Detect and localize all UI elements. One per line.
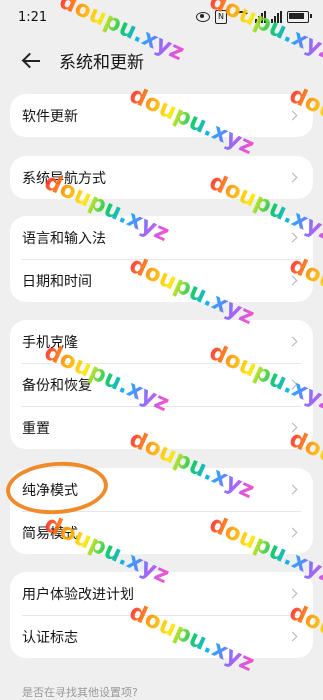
status-icons: N <box>196 10 312 24</box>
simple-mode-item[interactable]: 简易模式 <box>10 511 313 554</box>
top-bar: 系统和更新 <box>0 40 323 82</box>
chevron-right-icon <box>287 275 298 286</box>
settings-card-backup-reset: 手机克隆 备份和恢复 重置 <box>10 320 313 449</box>
software-update-label: 软件更新 <box>22 108 78 125</box>
battery-icon <box>287 11 312 23</box>
system-navigation-item[interactable]: 系统导航方式 <box>10 156 313 199</box>
settings-card-modes: 纯净模式 简易模式 <box>10 468 313 554</box>
pure-mode-item[interactable]: 纯净模式 <box>10 468 313 511</box>
status-bar: 1:21 N <box>0 0 323 36</box>
signal-bars-icon-2 <box>271 11 282 23</box>
chevron-right-icon <box>287 172 298 183</box>
chevron-right-icon <box>287 232 298 243</box>
backup-restore-label: 备份和恢复 <box>22 377 92 394</box>
user-experience-item[interactable]: 用户体验改进计划 <box>10 572 313 615</box>
nfc-icon: N <box>215 10 227 24</box>
settings-card-software-update: 软件更新 <box>10 94 313 137</box>
backup-restore-item[interactable]: 备份和恢复 <box>10 363 313 406</box>
certification-item[interactable]: 认证标志 <box>10 615 313 658</box>
certification-label: 认证标志 <box>22 629 78 646</box>
language-input-item[interactable]: 语言和输入法 <box>10 216 313 259</box>
phone-clone-item[interactable]: 手机克隆 <box>10 320 313 363</box>
wifi-icon <box>232 11 250 23</box>
signal-bars-icon <box>255 11 266 23</box>
reset-item[interactable]: 重置 <box>10 406 313 449</box>
reset-label: 重置 <box>22 420 50 437</box>
pure-mode-label: 纯净模式 <box>22 482 78 499</box>
settings-card-navigation: 系统导航方式 <box>10 156 313 199</box>
chevron-right-icon <box>287 110 298 121</box>
phone-clone-label: 手机克隆 <box>22 334 78 351</box>
settings-card-language-time: 语言和输入法 日期和时间 <box>10 216 313 302</box>
software-update-item[interactable]: 软件更新 <box>10 94 313 137</box>
chevron-right-icon <box>287 527 298 538</box>
system-navigation-label: 系统导航方式 <box>22 170 106 187</box>
page-title: 系统和更新 <box>59 53 144 73</box>
chevron-right-icon <box>287 588 298 599</box>
chevron-right-icon <box>287 379 298 390</box>
more-settings-hint: 是否在寻找其他设置项? <box>22 686 138 699</box>
language-input-label: 语言和输入法 <box>22 230 106 247</box>
eye-comfort-icon <box>196 12 210 22</box>
simple-mode-label: 简易模式 <box>22 525 78 542</box>
status-time: 1:21 <box>18 10 48 25</box>
user-experience-label: 用户体验改进计划 <box>22 586 134 603</box>
settings-card-experience: 用户体验改进计划 认证标志 <box>10 572 313 658</box>
chevron-right-icon <box>287 336 298 347</box>
date-time-item[interactable]: 日期和时间 <box>10 259 313 302</box>
back-arrow-icon[interactable] <box>22 50 44 72</box>
chevron-right-icon <box>287 631 298 642</box>
chevron-right-icon <box>287 484 298 495</box>
date-time-label: 日期和时间 <box>22 273 92 290</box>
chevron-right-icon <box>287 422 298 433</box>
